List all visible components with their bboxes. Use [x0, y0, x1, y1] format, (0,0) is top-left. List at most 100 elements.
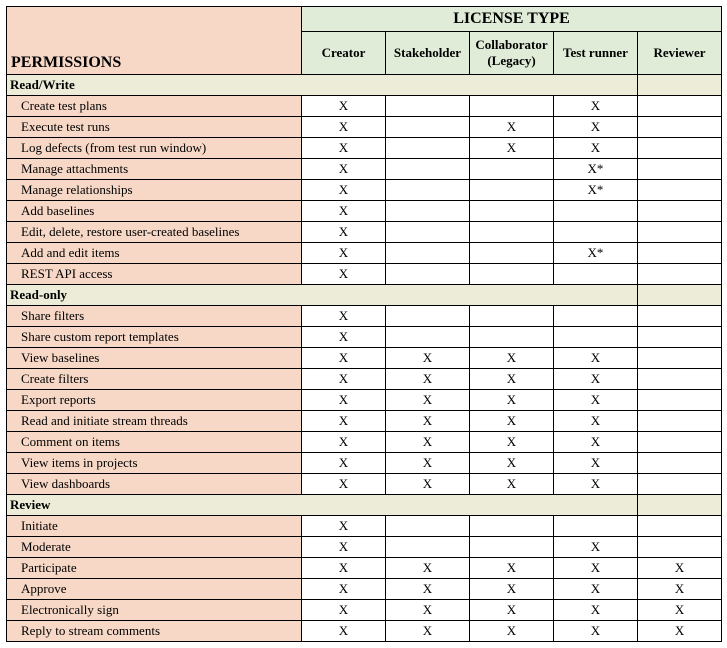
mark-cell: X	[554, 96, 638, 117]
mark-cell	[638, 243, 722, 264]
mark-cell	[638, 432, 722, 453]
perm-label: Log defects (from test run window)	[7, 138, 302, 159]
perm-label: Add and edit items	[7, 243, 302, 264]
perm-label: View dashboards	[7, 474, 302, 495]
mark-cell: X	[302, 117, 386, 138]
mark-cell: X	[302, 180, 386, 201]
mark-cell: X	[302, 600, 386, 621]
mark-cell	[470, 516, 554, 537]
table-row: Reply to stream commentsXXXXX	[7, 621, 722, 642]
mark-cell	[386, 264, 470, 285]
mark-cell	[470, 159, 554, 180]
mark-cell	[470, 180, 554, 201]
mark-cell: X	[386, 369, 470, 390]
table-row: Manage attachmentsXX*	[7, 159, 722, 180]
mark-cell	[638, 537, 722, 558]
mark-cell	[638, 201, 722, 222]
mark-cell	[470, 96, 554, 117]
mark-cell	[386, 117, 470, 138]
mark-cell	[386, 201, 470, 222]
mark-cell: X	[554, 621, 638, 642]
mark-cell	[554, 306, 638, 327]
permissions-table: PERMISSIONSLICENSE TYPECreatorStakeholde…	[6, 6, 722, 642]
mark-cell	[386, 96, 470, 117]
header-col-3: Test runner	[554, 32, 638, 75]
perm-label: Comment on items	[7, 432, 302, 453]
mark-cell: X	[302, 201, 386, 222]
mark-cell: X	[470, 348, 554, 369]
mark-cell	[470, 537, 554, 558]
mark-cell	[638, 180, 722, 201]
table-row: Create filtersXXXX	[7, 369, 722, 390]
mark-cell: X*	[554, 159, 638, 180]
perm-label: View baselines	[7, 348, 302, 369]
section-0-right	[638, 75, 722, 96]
mark-cell: X	[302, 96, 386, 117]
perm-label: Create filters	[7, 369, 302, 390]
mark-cell	[638, 96, 722, 117]
mark-cell: X	[302, 264, 386, 285]
mark-cell: X	[554, 138, 638, 159]
mark-cell	[470, 243, 554, 264]
mark-cell: X	[386, 558, 470, 579]
perm-label: Execute test runs	[7, 117, 302, 138]
mark-cell: X	[470, 411, 554, 432]
mark-cell: X*	[554, 180, 638, 201]
mark-cell	[386, 159, 470, 180]
mark-cell	[638, 474, 722, 495]
mark-cell: X	[302, 516, 386, 537]
mark-cell: X	[302, 474, 386, 495]
mark-cell	[638, 327, 722, 348]
perm-label: Manage relationships	[7, 180, 302, 201]
table-row: Add and edit itemsXX*	[7, 243, 722, 264]
mark-cell	[470, 264, 554, 285]
mark-cell	[638, 369, 722, 390]
table-row: InitiateX	[7, 516, 722, 537]
perm-label: Participate	[7, 558, 302, 579]
mark-cell: X	[554, 390, 638, 411]
perm-label: Reply to stream comments	[7, 621, 302, 642]
section-1-title: Read-only	[7, 285, 638, 306]
mark-cell: X	[554, 432, 638, 453]
mark-cell: X	[470, 579, 554, 600]
mark-cell: X	[302, 348, 386, 369]
table-row: Manage relationshipsX X*	[7, 180, 722, 201]
perm-label: Moderate	[7, 537, 302, 558]
mark-cell: X	[302, 159, 386, 180]
mark-cell: X	[386, 390, 470, 411]
mark-cell: X	[470, 474, 554, 495]
perm-label: Read and initiate stream threads	[7, 411, 302, 432]
mark-cell: X	[302, 621, 386, 642]
table-row: Export reportsXXXX	[7, 390, 722, 411]
mark-cell: X	[302, 453, 386, 474]
header-col-4: Reviewer	[638, 32, 722, 75]
mark-cell	[386, 306, 470, 327]
mark-cell	[386, 243, 470, 264]
table-row: Execute test runsXXX	[7, 117, 722, 138]
mark-cell	[638, 390, 722, 411]
table-row: Share custom report templatesX	[7, 327, 722, 348]
mark-cell: X	[470, 390, 554, 411]
mark-cell	[554, 264, 638, 285]
mark-cell	[638, 411, 722, 432]
perm-label: Initiate	[7, 516, 302, 537]
mark-cell	[554, 516, 638, 537]
header-license-type: LICENSE TYPE	[302, 7, 722, 32]
mark-cell: X	[386, 579, 470, 600]
mark-cell	[638, 348, 722, 369]
header-col-2: Collaborator (Legacy)	[470, 32, 554, 75]
mark-cell: X	[302, 579, 386, 600]
mark-cell: X*	[554, 243, 638, 264]
mark-cell	[386, 537, 470, 558]
mark-cell: X	[302, 558, 386, 579]
mark-cell: X	[638, 600, 722, 621]
mark-cell	[386, 516, 470, 537]
mark-cell	[638, 222, 722, 243]
mark-cell: X	[554, 369, 638, 390]
mark-cell: X	[470, 453, 554, 474]
section-2-right	[638, 495, 722, 516]
mark-cell	[638, 453, 722, 474]
mark-cell: X	[302, 432, 386, 453]
table-row: Read and initiate stream threadsXXXX	[7, 411, 722, 432]
mark-cell	[470, 201, 554, 222]
